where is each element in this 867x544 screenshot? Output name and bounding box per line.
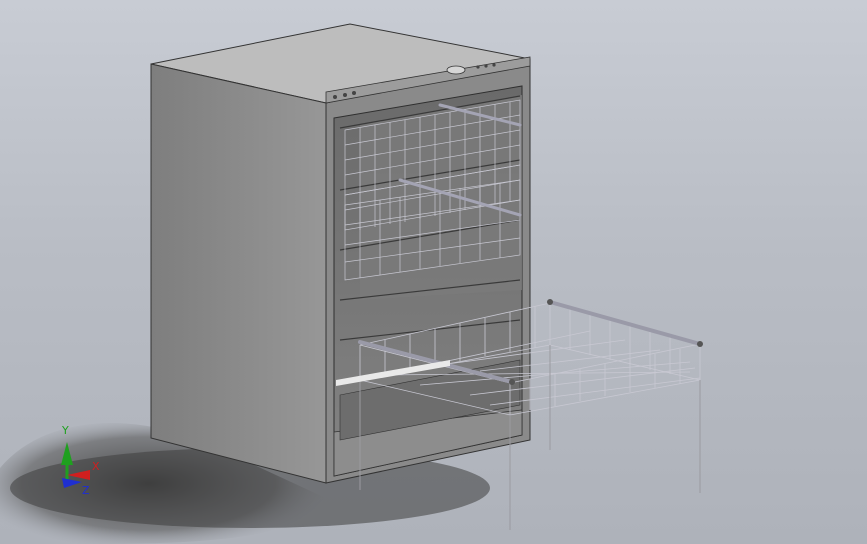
interior-back-wall [360,95,522,300]
x-axis-icon [67,470,90,480]
z-axis-label: Z [82,484,90,497]
control-button-3[interactable] [352,91,356,95]
rail-end-1 [509,379,515,385]
thermostat-knob[interactable] [446,65,466,75]
control-button-1[interactable] [333,95,337,99]
control-button-4[interactable] [476,65,480,69]
x-axis-label: X [92,460,100,473]
control-button-6[interactable] [492,63,496,67]
control-button-5[interactable] [484,64,488,68]
cabinet-side-face [150,63,327,484]
rail-end-3 [547,299,553,305]
cad-graphics-viewport[interactable]: Y X Z [0,0,867,544]
control-button-2[interactable] [343,93,347,97]
refrigerator-3d-model[interactable] [0,0,867,544]
y-axis-icon [61,442,73,465]
y-axis-label: Y [61,424,69,437]
z-axis-icon [62,478,82,488]
rail-end-2 [697,341,703,347]
axis-triad[interactable]: Y X Z [52,420,112,500]
